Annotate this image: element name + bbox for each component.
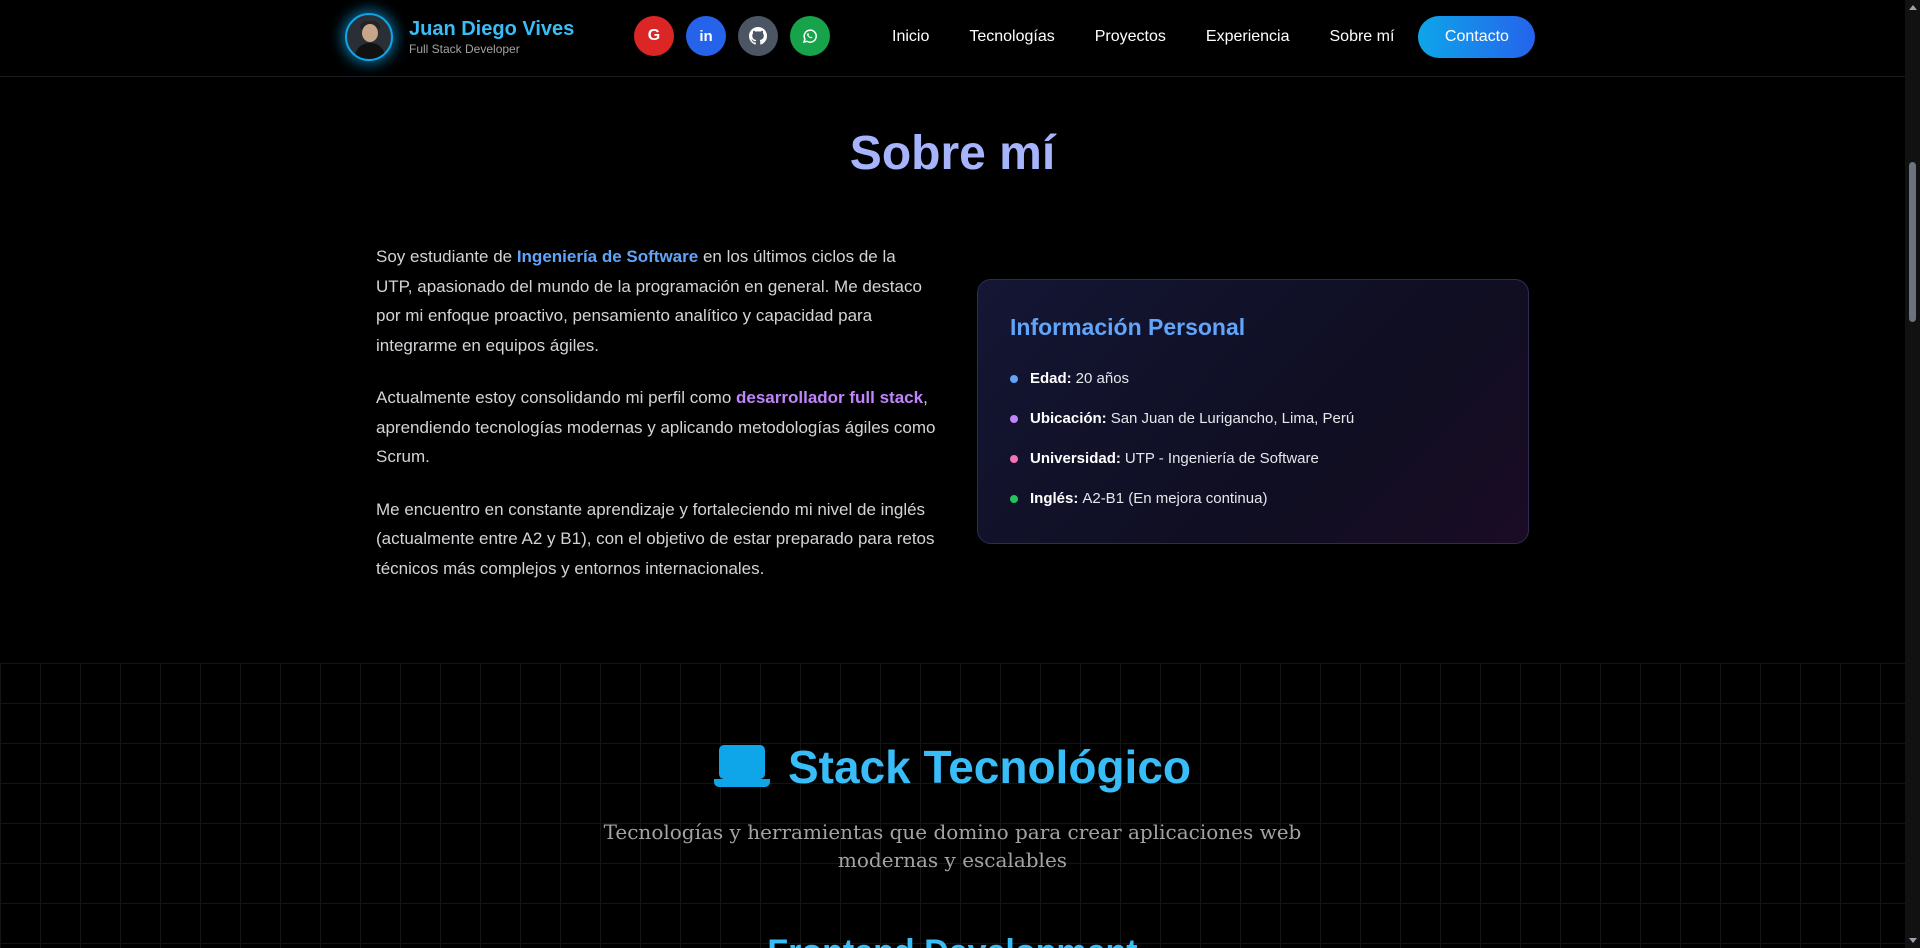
- about-paragraph-2: Actualmente estoy consolidando mi perfil…: [376, 388, 936, 466]
- linkedin-icon: in: [699, 27, 713, 45]
- scroll-down-icon[interactable]: [1909, 938, 1917, 943]
- brand-text: Juan Diego Vives Full Stack Developer: [409, 18, 574, 56]
- about-paragraph-1: Soy estudiante de Ingeniería de Software…: [376, 247, 922, 355]
- linkedin-button[interactable]: in: [686, 16, 726, 56]
- site-header: Juan Diego Vives Full Stack Developer G …: [0, 0, 1905, 77]
- bullet-dot: [1010, 375, 1018, 383]
- whatsapp-button[interactable]: [790, 16, 830, 56]
- brand-name: Juan Diego Vives: [409, 18, 575, 40]
- laptop-icon: [713, 745, 770, 789]
- info-item-age: Edad: 20 años: [1010, 369, 1354, 389]
- about-title: Sobre mí: [849, 127, 1056, 180]
- nav-sobre-mi[interactable]: Sobre mí: [1330, 16, 1395, 58]
- info-item-location: Ubicación: San Juan de Lurigancho, Lima, …: [1010, 409, 1354, 429]
- about-text: Soy estudiante de Ingeniería de Software…: [376, 242, 936, 606]
- brand[interactable]: Juan Diego Vives Full Stack Developer: [345, 13, 574, 61]
- highlight-software: Ingeniería de Software: [516, 247, 699, 266]
- info-list: Edad: 20 años Ubicación: San Juan de Lurig…: [1010, 369, 1354, 529]
- about-paragraph-3: Me encuentro en constante aprendizaje y …: [376, 499, 935, 578]
- scroll-thumb[interactable]: [1909, 162, 1916, 322]
- bullet-dot: [1010, 415, 1018, 423]
- bullet-dot: [1010, 495, 1018, 503]
- github-button[interactable]: [738, 16, 778, 56]
- google-button[interactable]: G: [634, 16, 674, 56]
- social-links: G in: [634, 16, 830, 56]
- page-scrollbar[interactable]: [1905, 0, 1920, 948]
- github-icon: [749, 27, 767, 45]
- info-title: Información Personal: [1010, 314, 1246, 340]
- nav-proyectos[interactable]: Proyectos: [1095, 16, 1166, 58]
- bullet-dot: [1010, 455, 1018, 463]
- nav-tecnologias[interactable]: Tecnologías: [969, 16, 1054, 58]
- highlight-fullstack: desarrollador full stack: [736, 388, 924, 407]
- contact-button[interactable]: Contacto: [1418, 16, 1536, 58]
- google-icon: G: [647, 27, 661, 44]
- stack-heading: Stack Tecnológico: [0, 740, 1905, 794]
- stack-title: Stack Tecnológico: [787, 741, 1192, 793]
- nav-inicio[interactable]: Inicio: [892, 16, 929, 58]
- brand-role: Full Stack Developer: [409, 42, 520, 56]
- main-nav: Inicio Tecnologías Proyectos Experiencia…: [892, 16, 1536, 58]
- info-item-english: Inglés: A2-B1 (En mejora continua): [1010, 489, 1354, 509]
- personal-info-card: Información Personal Edad: 20 años Ubicac…: [977, 279, 1529, 544]
- stack-section-background: [0, 663, 1905, 948]
- info-item-university: Universidad: UTP - Ingeniería de Software: [1010, 449, 1354, 469]
- stack-subtitle: Tecnologías y herramientas que domino pa…: [603, 820, 1302, 872]
- scroll-up-icon[interactable]: [1909, 5, 1917, 10]
- nav-experiencia[interactable]: Experiencia: [1206, 16, 1290, 58]
- frontend-title: Frontend Development: [0, 932, 1905, 948]
- whatsapp-icon: [802, 29, 817, 44]
- avatar: [345, 13, 393, 61]
